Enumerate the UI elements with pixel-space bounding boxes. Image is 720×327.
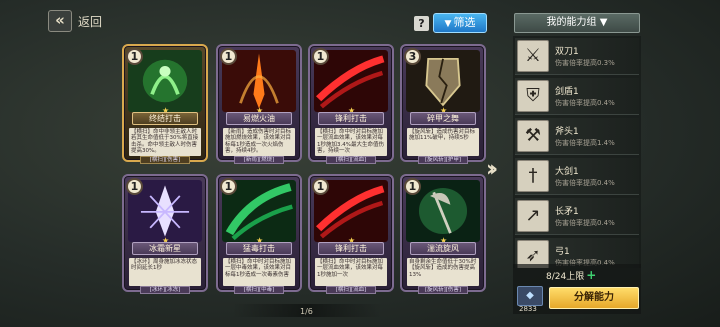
ability-title: 剑盾1 bbox=[555, 87, 579, 97]
cost-badge: 3 bbox=[404, 48, 421, 65]
card-tag: [横扫][伤害] bbox=[140, 156, 190, 164]
ability-list[interactable]: ⚔ 双刀1 伤害倍率提高0.3% ⛨ 剑盾1 伤害倍率提高0.4% ⚒ 斧头1 伤害倍率提高1.… bbox=[513, 36, 641, 268]
card-name: 湍流旋风 bbox=[410, 242, 476, 255]
capacity-text: 8/24上限 bbox=[546, 272, 585, 282]
cost-badge: 1 bbox=[126, 48, 143, 65]
ability-card[interactable]: 1 ★ 易燃火油 【新雨】造成伤害时对目标施加燃烧效果，该效果对目标每1秒造成一次火焰… bbox=[216, 44, 302, 164]
capacity-label: 8/24上限 + bbox=[546, 268, 596, 282]
filter-button[interactable]: ▼ 筛选 bbox=[433, 13, 487, 33]
card-tag: [横扫][流血] bbox=[326, 156, 376, 164]
greatsword-icon: † bbox=[517, 160, 549, 192]
card-description: 【新雨】造成伤害时对目标施加燃烧效果，该效果对目标每1秒造成一次火焰伤害，持续4… bbox=[223, 128, 295, 156]
plus-icon[interactable]: + bbox=[586, 268, 596, 282]
ability-card[interactable]: 1 ★ 锋利打击 【横扫】命中时对目标施加一层流血效果，该效果对每1秒施加一次 [横扫]… bbox=[308, 174, 394, 294]
cost-badge: 1 bbox=[312, 48, 329, 65]
ability-card[interactable]: 1 ★ 猛毒打击 【横扫】命中时对目标施加一层中毒效果，该效果对目标每1秒造成一次毒素… bbox=[216, 174, 302, 294]
card-name: 碎甲之舞 bbox=[410, 112, 476, 125]
ability-card-screen: « 返回 ? ▼ 筛选 1 ★ 终结打击 【横扫】命中非领主敌人时若其生命值低于30%将… bbox=[0, 0, 720, 327]
card-description: 【横扫】命中时对目标施加一层流血效果，该效果对每1秒施加一次 bbox=[315, 258, 387, 286]
cost-badge: 1 bbox=[404, 178, 421, 195]
card-description: 【横扫】命中时对目标施加一层中毒效果，该效果对目标每1秒造成一次毒素伤害 bbox=[223, 258, 295, 286]
card-name: 猛毒打击 bbox=[226, 242, 292, 255]
card-tag: [旋风斩][护甲] bbox=[418, 156, 468, 164]
triangle-down-icon: ▼ bbox=[599, 17, 608, 28]
dual-swords-icon: ⚔ bbox=[517, 40, 549, 72]
card-description: 【旋风斩】造成伤害对目标施加11%破甲，持续5秒 bbox=[407, 128, 479, 156]
ability-row[interactable]: ⚒ 斧头1 伤害倍率提高1.4% bbox=[515, 118, 639, 155]
triangle-down-icon: ▼ bbox=[444, 19, 452, 29]
back-button[interactable]: « bbox=[48, 10, 72, 32]
axe-icon: ⚒ bbox=[517, 120, 549, 152]
card-name: 锋利打击 bbox=[318, 112, 384, 125]
card-name: 终结打击 bbox=[132, 112, 198, 125]
ability-title: 弓1 bbox=[555, 247, 570, 257]
ability-group-title: 我的能力组 bbox=[546, 17, 597, 28]
double-chevron-left-icon: « bbox=[55, 11, 65, 29]
filter-label: 筛选 bbox=[453, 16, 476, 29]
card-tag: [横扫][中毒] bbox=[234, 286, 284, 294]
ability-description: 伤害倍率提高0.4% bbox=[555, 219, 615, 227]
ability-card[interactable]: 3 ★ 碎甲之舞 【旋风斩】造成伤害对目标施加11%破甲，持续5秒 [旋风斩][护甲] bbox=[400, 44, 486, 164]
ability-row[interactable]: † 大剑1 伤害倍率提高0.4% bbox=[515, 158, 639, 195]
ability-card[interactable]: 1 ★ 湍流旋风 自身剩余生命值低于30%时【旋风斩】造成的伤害提高13% [旋风斩][… bbox=[400, 174, 486, 294]
card-tag: [横扫][流血] bbox=[326, 286, 376, 294]
ability-card[interactable]: 1 ★ 终结打击 【横扫】命中非领主敌人时若其生命值低于30%将直接击杀。命中领主敌人… bbox=[122, 44, 208, 164]
cost-badge: 1 bbox=[126, 178, 143, 195]
cost-badge: 1 bbox=[312, 178, 329, 195]
back-label[interactable]: 返回 bbox=[78, 13, 102, 30]
ability-card[interactable]: 1 ★ 冰霜新星 【冰环】周身施加冰冻状态时间延长1秒 [冰环][冰冻] bbox=[122, 174, 208, 294]
ability-group-header[interactable]: 我的能力组 ▼ bbox=[514, 13, 640, 33]
question-icon[interactable]: ? bbox=[414, 16, 429, 31]
card-description: 【横扫】命中非领主敌人时若其生命值低于30%将直接击杀。命中领主敌人时伤害提高3… bbox=[129, 128, 201, 156]
ability-title: 双刀1 bbox=[555, 47, 579, 57]
ability-description: 伤害倍率提高0.4% bbox=[555, 179, 615, 187]
ability-row[interactable]: ⛨ 剑盾1 伤害倍率提高0.4% bbox=[515, 78, 639, 115]
card-name: 冰霜新星 bbox=[132, 242, 198, 255]
card-tag: [旋风斩][伤害] bbox=[418, 286, 468, 294]
sword-shield-icon: ⛨ bbox=[517, 80, 549, 112]
card-name: 易燃火油 bbox=[226, 112, 292, 125]
card-name: 锋利打击 bbox=[318, 242, 384, 255]
ability-description: 伤害倍率提高0.3% bbox=[555, 59, 615, 67]
card-description: 【冰环】周身施加冰冻状态时间延长1秒 bbox=[129, 258, 201, 286]
ability-title: 大剑1 bbox=[555, 167, 579, 177]
ability-description: 伤害倍率提高0.4% bbox=[555, 99, 615, 107]
ability-row[interactable]: ↗ 长矛1 伤害倍率提高0.4% bbox=[515, 198, 639, 235]
card-grid: 1 ★ 终结打击 【横扫】命中非领主敌人时若其生命值低于30%将直接击杀。命中领主敌人… bbox=[118, 42, 486, 312]
ability-row[interactable]: ⚔ 双刀1 伤害倍率提高0.3% bbox=[515, 38, 639, 75]
card-tag: [冰环][冰冻] bbox=[140, 286, 190, 294]
ability-card[interactable]: 1 ★ 锋利打击 【横扫】命中时对目标施加一层流血效果，该效果对每1秒施加3.4%最大… bbox=[308, 44, 394, 164]
cost-badge: 1 bbox=[220, 178, 237, 195]
cost-badge: 1 bbox=[220, 48, 237, 65]
double-chevron-right-icon[interactable]: ›› bbox=[486, 157, 498, 182]
ability-title: 长矛1 bbox=[555, 207, 579, 217]
ability-description: 伤害倍率提高1.4% bbox=[555, 139, 615, 147]
gem-icon: ◆ bbox=[517, 286, 543, 306]
card-description: 【横扫】命中时对目标施加一层流血效果，该效果对每1秒施加3.4%最大生命值伤害，… bbox=[315, 128, 387, 156]
card-tag: [新雨][燃烧] bbox=[234, 156, 284, 164]
card-description: 自身剩余生命值低于30%时【旋风斩】造成的伤害提高13% bbox=[407, 258, 479, 286]
decompose-button[interactable]: 分解能力 bbox=[549, 287, 639, 309]
gem-count: 2833 bbox=[519, 305, 537, 313]
spear-icon: ↗ bbox=[517, 200, 549, 232]
ability-title: 斧头1 bbox=[555, 127, 579, 137]
page-indicator: 1/6 bbox=[300, 307, 313, 316]
